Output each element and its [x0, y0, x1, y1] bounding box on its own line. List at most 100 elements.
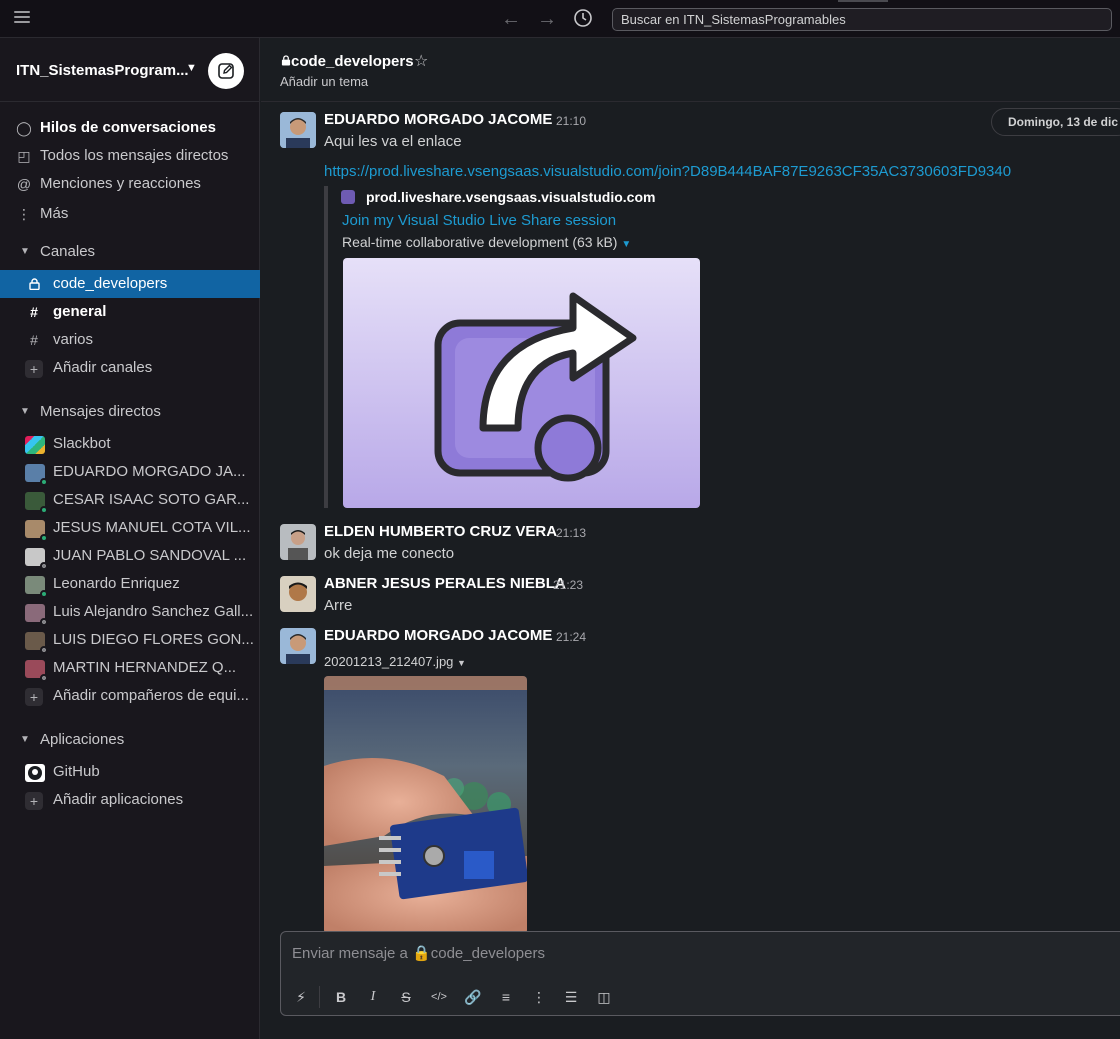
sidebar-item-dm[interactable]: JUAN PABLO SANDOVAL ... [0, 542, 260, 570]
channels-section-header[interactable]: ▼ Canales [0, 238, 260, 266]
add-teammates-label: Añadir compañeros de equi... [53, 687, 249, 704]
bold-icon[interactable]: B [330, 987, 352, 1007]
sidebar-item-general[interactable]: # general [0, 298, 260, 326]
sidebar-item-label: Hilos de conversaciones [40, 119, 216, 136]
sidebar-item-more[interactable]: ⋮ Más [0, 200, 260, 228]
message-author[interactable]: ELDEN HUMBERTO CRUZ VERA [324, 523, 557, 540]
sidebar-item-dm[interactable]: Leonardo Enriquez [0, 570, 260, 598]
search-input[interactable]: Buscar en ITN_SistemasProgramables [612, 8, 1112, 31]
dm-label: EDUARDO MORGADO JA... [53, 463, 246, 480]
dm-label: CESAR ISAAC SOTO GAR... [53, 491, 250, 508]
presence-indicator [40, 618, 48, 626]
main-pane: code_developers ☆ Añadir un tema Domingo… [261, 38, 1120, 1039]
caret-down-icon[interactable]: ▼ [621, 239, 631, 250]
link-icon[interactable]: 🔗 [462, 987, 484, 1007]
channel-topic[interactable]: Añadir un tema [280, 74, 368, 89]
lock-icon [281, 55, 291, 66]
add-apps-button[interactable]: + Añadir aplicaciones [0, 786, 260, 814]
sidebar: ITN_SistemasProgram... ▼ ◯ Hilos de conv… [0, 38, 260, 1039]
preview-image[interactable] [343, 258, 700, 508]
dm-label: JUAN PABLO SANDOVAL ... [53, 547, 247, 564]
file-name[interactable]: 20201213_212407.jpg ▼ [324, 654, 466, 669]
image-attachment[interactable] [324, 676, 527, 934]
dm-label: LUIS DIEGO FLORES GON... [53, 631, 254, 648]
dms-section-header[interactable]: ▼ Mensajes directos [0, 398, 260, 426]
app-label: GitHub [53, 763, 100, 780]
message-text: Arre [324, 597, 353, 614]
sidebar-item-all-dms[interactable]: ◰ Todos los mensajes directos [0, 142, 260, 170]
preview-description-text: Real-time collaborative development (63 … [342, 234, 618, 250]
sidebar-item-dm[interactable]: Slackbot [0, 430, 260, 458]
presence-indicator [40, 674, 48, 682]
add-teammates-button[interactable]: + Añadir compañeros de equi... [0, 682, 260, 710]
avatar[interactable] [280, 112, 316, 148]
shortcuts-icon[interactable]: ⚡ [290, 987, 312, 1007]
avatar[interactable] [280, 628, 316, 664]
history-icon[interactable] [572, 8, 594, 30]
more-icon: ⋮ [17, 206, 31, 222]
caret-down-icon[interactable]: ▼ [457, 658, 466, 668]
message-time[interactable]: 21:13 [556, 526, 586, 540]
sidebar-item-dm[interactable]: LUIS DIEGO FLORES GON... [0, 626, 260, 654]
message-composer[interactable]: Enviar mensaje a 🔒code_developers ⚡ B I … [280, 931, 1120, 1016]
plus-icon: + [25, 792, 43, 810]
forward-arrow-icon[interactable]: → [536, 8, 558, 30]
message-link[interactable]: https://prod.liveshare.vsengsaas.visuals… [324, 163, 1011, 180]
sidebar-item-dm[interactable]: Luis Alejandro Sanchez Gall... [0, 598, 260, 626]
bulleted-list-icon[interactable]: ⋮ [528, 987, 550, 1007]
sidebar-item-code-developers[interactable]: code_developers [0, 270, 260, 298]
link-preview: prod.liveshare.vsengsaas.visualstudio.co… [324, 186, 704, 508]
message-time[interactable]: 21:24 [556, 630, 586, 644]
code-icon[interactable]: </> [428, 987, 450, 1007]
message-author[interactable]: ABNER JESUS PERALES NIEBLA [324, 575, 566, 592]
add-channels-button[interactable]: + Añadir canales [0, 354, 260, 382]
message-author[interactable]: EDUARDO MORGADO JACOME [324, 111, 552, 128]
presence-indicator [40, 506, 48, 514]
presence-indicator [40, 562, 48, 570]
dm-label: Leonardo Enriquez [53, 575, 180, 592]
italic-icon[interactable]: I [362, 987, 384, 1007]
section-label: Mensajes directos [40, 403, 161, 420]
sidebar-item-varios[interactable]: # varios [0, 326, 260, 354]
preview-site[interactable]: prod.liveshare.vsengsaas.visualstudio.co… [366, 189, 655, 205]
sidebar-item-dm[interactable]: JESUS MANUEL COTA VIL... [0, 514, 260, 542]
presence-indicator [40, 646, 48, 654]
hash-icon: # [30, 332, 38, 348]
compose-icon [218, 63, 234, 79]
sidebar-item-dm[interactable]: EDUARDO MORGADO JA... [0, 458, 260, 486]
presence-indicator [40, 534, 48, 542]
back-arrow-icon[interactable]: ← [500, 8, 522, 30]
caret-down-icon: ▼ [20, 734, 30, 745]
sidebar-item-github[interactable]: GitHub [0, 758, 260, 786]
message-time[interactable]: 21:23 [553, 578, 583, 592]
code-block-icon[interactable]: ◫ [593, 987, 615, 1007]
message-time[interactable]: 21:10 [556, 114, 586, 128]
strikethrough-icon[interactable]: S [395, 987, 417, 1007]
sidebar-item-dm[interactable]: MARTIN HERNANDEZ Q... [0, 654, 260, 682]
avatar[interactable] [280, 576, 316, 612]
blockquote-icon[interactable]: ☰ [560, 987, 582, 1007]
sidebar-item-label: Menciones y reacciones [40, 175, 201, 192]
date-divider[interactable]: Domingo, 13 de dic [991, 108, 1120, 136]
preview-title[interactable]: Join my Visual Studio Live Share session [342, 212, 616, 229]
star-icon[interactable]: ☆ [414, 51, 428, 71]
message-text: Aqui les va el enlace [324, 133, 462, 150]
dm-label: MARTIN HERNANDEZ Q... [53, 659, 237, 676]
github-icon [25, 764, 45, 782]
sidebar-item-dm[interactable]: CESAR ISAAC SOTO GAR... [0, 486, 260, 514]
presence-indicator [40, 590, 48, 598]
avatar[interactable] [280, 524, 316, 560]
compose-button[interactable] [208, 53, 244, 89]
chevron-down-icon[interactable]: ▼ [186, 62, 197, 74]
menu-icon[interactable] [14, 11, 30, 25]
channel-title[interactable]: code_developers [281, 53, 414, 70]
message-input[interactable]: Enviar mensaje a 🔒code_developers [292, 944, 545, 962]
message-author[interactable]: EDUARDO MORGADO JACOME [324, 627, 552, 644]
ordered-list-icon[interactable]: ≡ [495, 987, 517, 1007]
apps-section-header[interactable]: ▼ Aplicaciones [0, 726, 260, 754]
workspace-name[interactable]: ITN_SistemasProgram... [16, 62, 189, 79]
sidebar-item-threads[interactable]: ◯ Hilos de conversaciones [0, 114, 260, 142]
sidebar-item-mentions[interactable]: @ Menciones y reacciones [0, 170, 260, 198]
dms-icon: ◰ [17, 148, 31, 164]
dm-label: JESUS MANUEL COTA VIL... [53, 519, 251, 536]
